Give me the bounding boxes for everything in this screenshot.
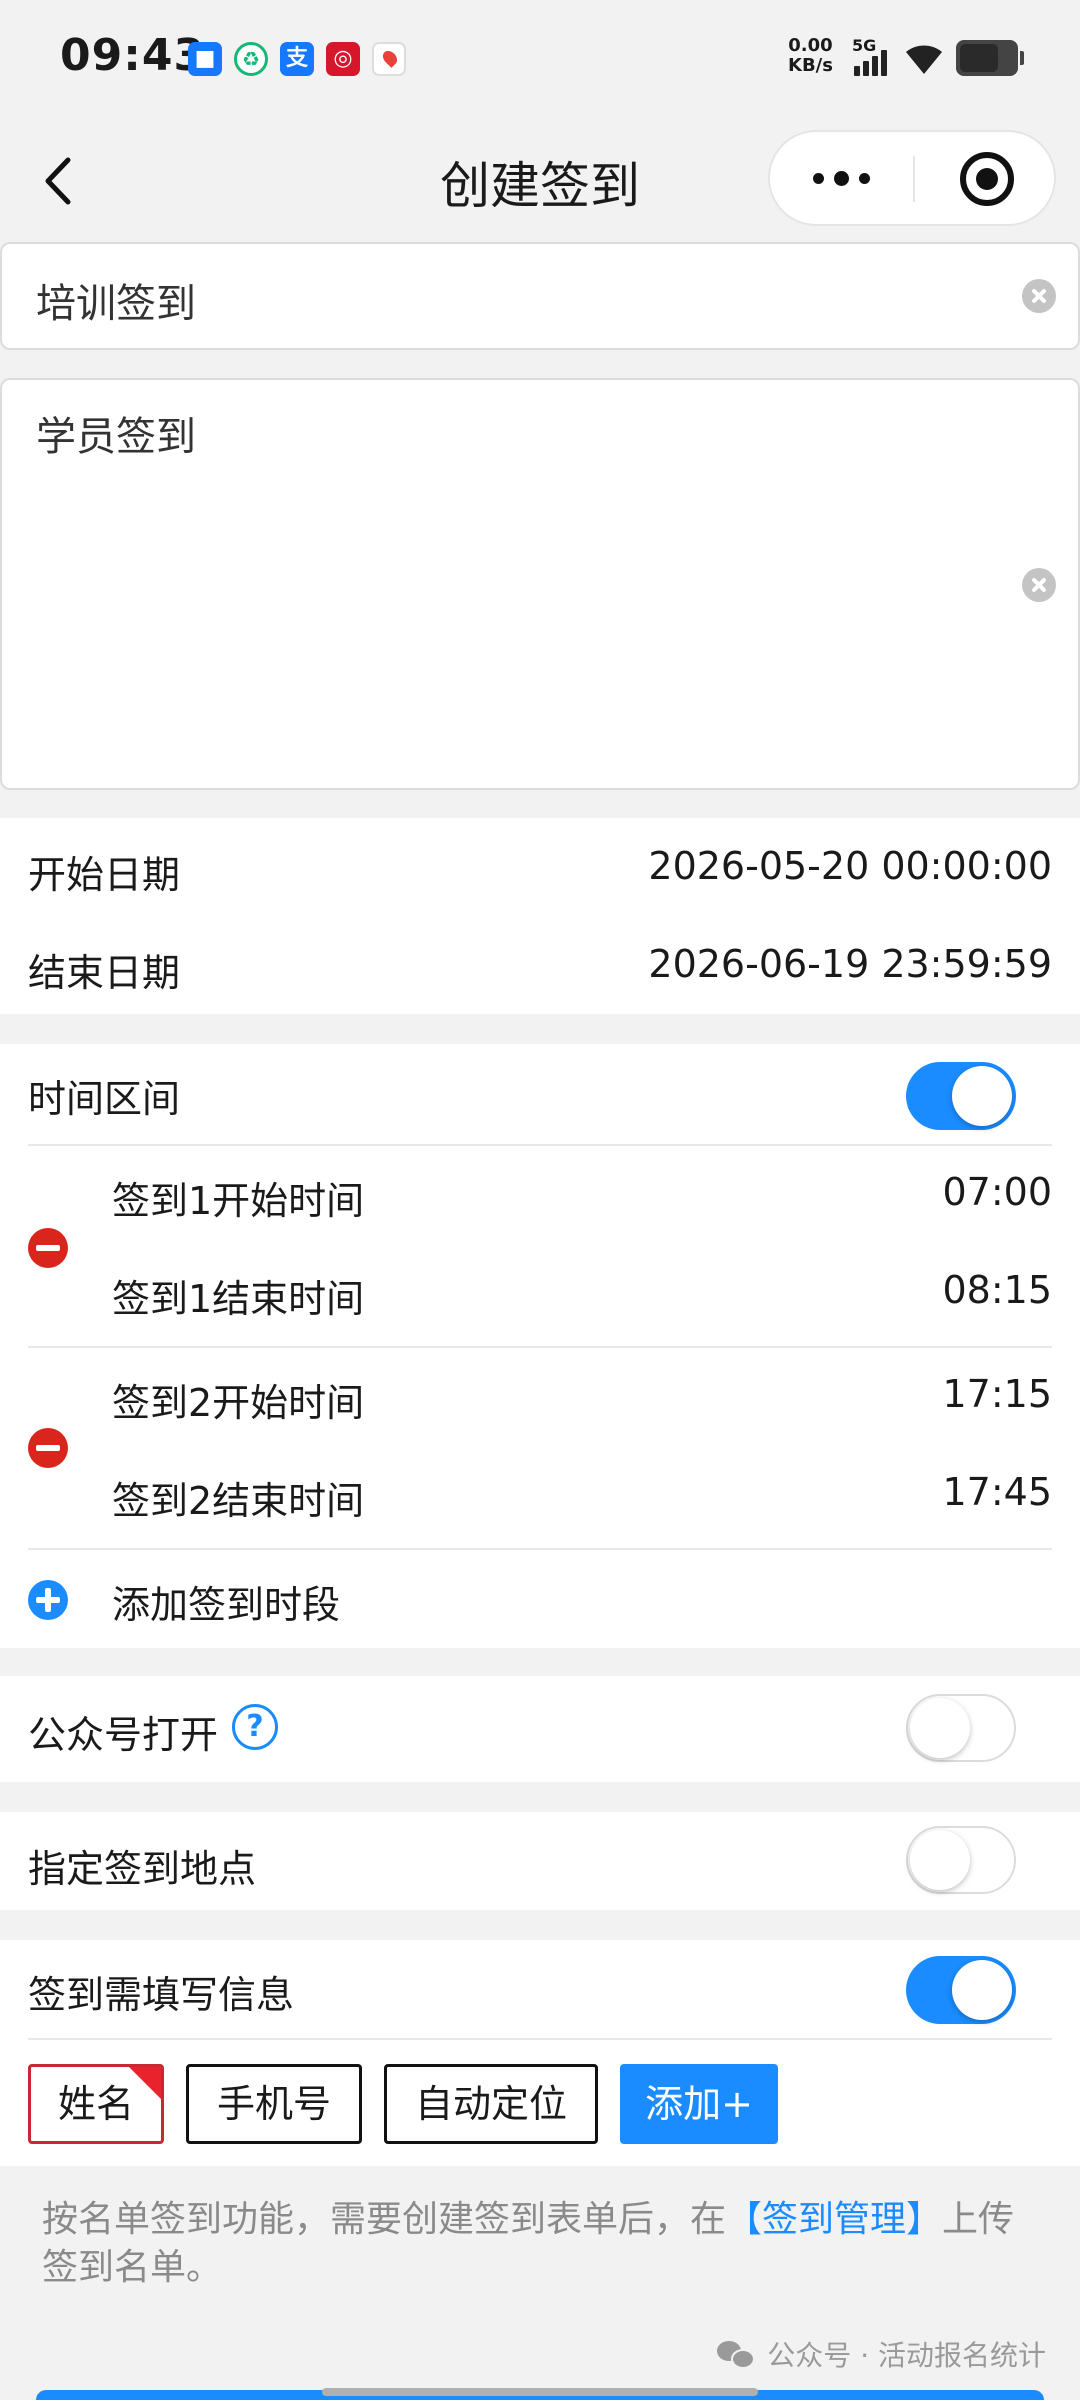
- slot-1-start-time[interactable]: 07:00: [942, 1170, 1052, 1214]
- description-value: 学员签到: [36, 414, 196, 460]
- official-account-section: 公众号打开 ?: [0, 1676, 1080, 1782]
- time-range-toggle[interactable]: [906, 1062, 1016, 1130]
- roster-note: 按名单签到功能，需要创建签到表单后，在【签到管理】上传签到名单。: [42, 2196, 1042, 2292]
- required-info-toggle[interactable]: [906, 1956, 1016, 2024]
- miniprogram-capsule: [768, 130, 1056, 226]
- remove-slot-1-icon[interactable]: [28, 1228, 68, 1268]
- watermark-text: 公众号 · 活动报名统计: [767, 2339, 1046, 2372]
- slot-1-end-time[interactable]: 08:15: [942, 1268, 1052, 1312]
- title-input[interactable]: 培训签到: [0, 242, 1080, 350]
- start-date-picker[interactable]: 2026-05-20 00:00:00: [648, 844, 1052, 888]
- slot-2-start-label: 签到2开始时间: [112, 1381, 365, 1425]
- alipay-icon: 支: [280, 42, 314, 76]
- field-chip-location[interactable]: 自动定位: [384, 2064, 598, 2144]
- watermark: 公众号 · 活动报名统计: [717, 2334, 1046, 2374]
- required-info-section: 签到需填写信息 姓名 手机号 自动定位 添加+: [0, 1940, 1080, 2166]
- location-toggle[interactable]: [906, 1826, 1016, 1894]
- start-date-label: 开始日期: [28, 853, 181, 897]
- official-account-toggle[interactable]: [906, 1694, 1016, 1762]
- wechat-icon: [717, 2339, 757, 2369]
- slot-1-end-label: 签到1结束时间: [112, 1277, 365, 1321]
- remove-slot-2-icon[interactable]: [28, 1428, 68, 1468]
- slot-2-start-time[interactable]: 17:15: [942, 1372, 1052, 1416]
- note-text: 按名单签到功能，需要创建签到表单后，在: [42, 2199, 727, 2240]
- end-date-picker[interactable]: 2026-06-19 23:59:59: [648, 942, 1052, 986]
- miniprogram-close-icon[interactable]: [960, 152, 1014, 206]
- title-input-value: 培训签到: [36, 281, 196, 327]
- clear-icon[interactable]: [1022, 279, 1056, 313]
- add-slot-button[interactable]: 添加签到时段: [112, 1574, 340, 1629]
- description-textarea[interactable]: 学员签到: [0, 378, 1080, 790]
- clear-icon[interactable]: [1022, 568, 1056, 602]
- official-account-label: 公众号打开: [28, 1713, 219, 1757]
- map-icon: [372, 42, 406, 76]
- slot-1-start-label: 签到1开始时间: [112, 1179, 365, 1223]
- required-info-label: 签到需填写信息: [28, 1973, 295, 2017]
- time-range-label: 时间区间: [28, 1077, 181, 1121]
- status-time: 09:43: [60, 30, 206, 81]
- location-section: 指定签到地点: [0, 1812, 1080, 1910]
- time-range-section: 时间区间 签到1开始时间 07:00 签到1结束时间 08:15 签到2开始时间…: [0, 1044, 1080, 1648]
- field-chip-name[interactable]: 姓名: [28, 2064, 164, 2144]
- slot-2-end-time[interactable]: 17:45: [942, 1470, 1052, 1514]
- add-field-button[interactable]: 添加+: [620, 2064, 778, 2144]
- sign-in-management-link[interactable]: 【签到管理】: [726, 2199, 942, 2240]
- nav-bar: 创建签到: [0, 118, 1080, 238]
- location-label: 指定签到地点: [28, 1847, 257, 1891]
- end-date-label: 结束日期: [28, 951, 181, 995]
- wifi-icon: [906, 45, 942, 74]
- slot-2-end-label: 签到2结束时间: [112, 1479, 365, 1523]
- app-icon: ■: [188, 42, 222, 76]
- date-section: 开始日期 2026-05-20 00:00:00 结束日期 2026-06-19…: [0, 818, 1080, 1014]
- recycle-icon: ♻: [234, 42, 268, 76]
- home-indicator[interactable]: [322, 2388, 758, 2396]
- more-dots-icon[interactable]: [770, 132, 913, 224]
- status-bar: 09:43 ■ ♻ 支 ◎ 0.00 KB/s 5G: [0, 0, 1080, 118]
- bank-icon: ◎: [326, 42, 360, 76]
- help-icon[interactable]: ?: [232, 1704, 278, 1750]
- signal-5g-icon: 5G: [852, 36, 896, 80]
- add-slot-icon[interactable]: [28, 1580, 68, 1620]
- battery-icon: [956, 40, 1024, 76]
- field-chip-phone[interactable]: 手机号: [186, 2064, 362, 2144]
- network-speed: 0.00 KB/s: [788, 35, 833, 76]
